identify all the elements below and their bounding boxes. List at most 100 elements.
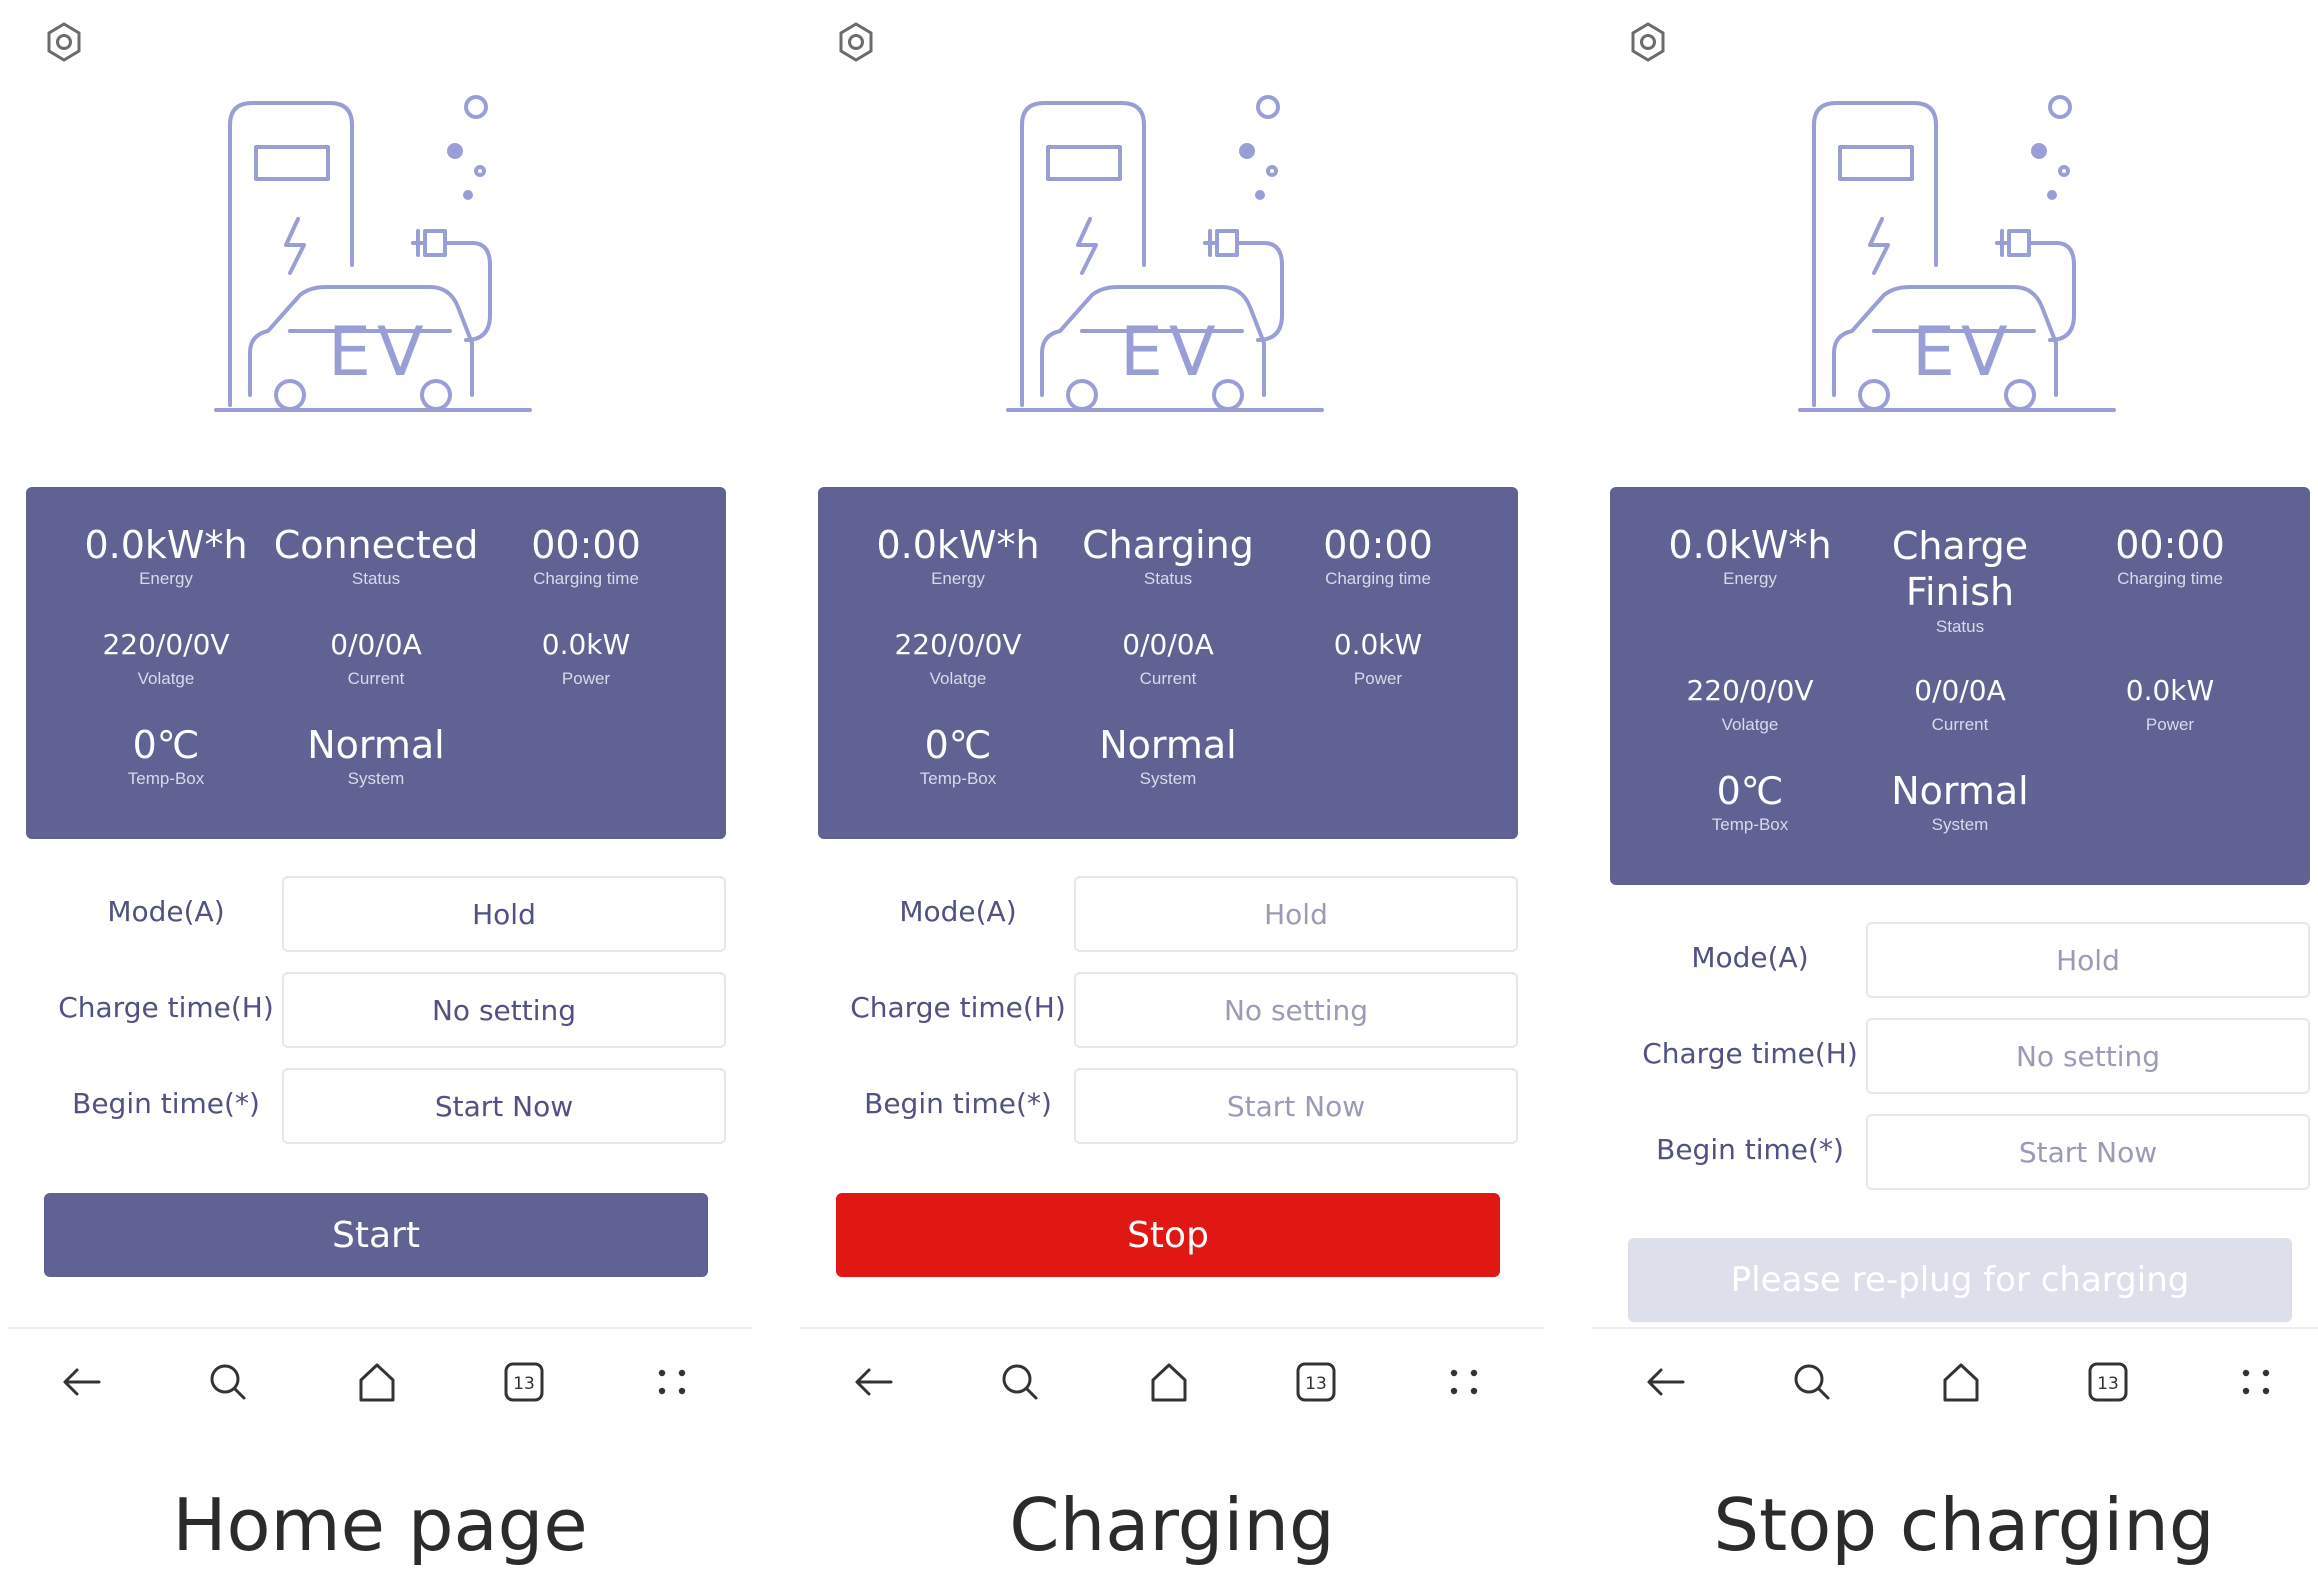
current-value: 0/0/0A <box>1122 628 1214 661</box>
charging-time-label: Charging time <box>2117 569 2223 588</box>
current-value: 0/0/0A <box>330 628 422 661</box>
begin-time-select: Start Now <box>1866 1114 2310 1190</box>
charge-time-select: No setting <box>1866 1018 2310 1094</box>
home-button[interactable] <box>1129 1342 1209 1422</box>
current-label: Current <box>1139 669 1197 688</box>
status-value-line1: Charge <box>1891 524 2029 568</box>
mode-select: Hold <box>1866 922 2310 998</box>
search-icon <box>210 1364 246 1400</box>
system-value: Normal <box>1891 769 2029 813</box>
system-label: System <box>347 769 405 788</box>
temp-value: 0℃ <box>1716 769 1784 813</box>
back-arrow-icon <box>63 1368 101 1396</box>
tabs-count: 13 <box>513 1374 535 1394</box>
tabs-icon: 13 <box>2088 1362 2128 1402</box>
settings-icon[interactable] <box>1626 20 1670 64</box>
status-value-line2: Finish <box>1905 570 2015 614</box>
nav-divider <box>1592 1327 2318 1329</box>
current-label: Current <box>347 669 405 688</box>
power-label: Power <box>1353 669 1403 688</box>
status-label: Status <box>351 569 401 588</box>
mode-label: Mode(A) <box>107 895 225 928</box>
system-label: System <box>1931 815 1989 834</box>
charging-time-label: Charging time <box>1325 569 1431 588</box>
menu-button[interactable] <box>1424 1342 1504 1422</box>
home-icon <box>1943 1363 1979 1402</box>
ev-charging-station-icon: EV <box>1006 95 1324 412</box>
energy-value: 0.0kW*h <box>876 523 1040 567</box>
voltage-label: Volatge <box>1721 715 1779 734</box>
back-button[interactable] <box>41 1342 121 1422</box>
back-arrow-icon <box>855 1368 893 1396</box>
energy-label: Energy <box>1723 569 1777 588</box>
mode-label: Mode(A) <box>1691 941 1809 974</box>
begin-time-select: Start Now <box>1074 1068 1518 1144</box>
menu-button[interactable] <box>632 1342 712 1422</box>
settings-icon[interactable] <box>42 20 86 64</box>
charging-time-value: 00:00 <box>2115 523 2225 567</box>
power-label: Power <box>561 669 611 688</box>
mode-select: Hold <box>1074 876 1518 952</box>
charge-time-label: Charge time(H) <box>850 991 1066 1024</box>
charging-time-value: 00:00 <box>531 523 641 567</box>
svg-text:EV: EV <box>1912 313 2013 392</box>
voltage-label: Volatge <box>929 669 987 688</box>
begin-time-label: Begin time(*) <box>864 1087 1052 1120</box>
back-button[interactable] <box>1625 1342 1705 1422</box>
svg-text:EV: EV <box>1120 313 1221 392</box>
tabs-button[interactable]: 13 <box>484 1342 564 1422</box>
nav-divider <box>8 1327 752 1329</box>
charge-time-label: Charge time(H) <box>58 991 274 1024</box>
replug-button: Please re-plug for charging <box>1628 1238 2292 1322</box>
settings-icon[interactable] <box>834 20 878 64</box>
energy-value: 0.0kW*h <box>1668 523 1832 567</box>
status-label: Status <box>1935 617 1985 636</box>
search-button[interactable] <box>980 1342 1060 1422</box>
search-button[interactable] <box>188 1342 268 1422</box>
temp-value: 0℃ <box>132 723 200 767</box>
status-label: Status <box>1143 569 1193 588</box>
tabs-count: 13 <box>2097 1374 2119 1394</box>
tabs-button[interactable]: 13 <box>2068 1342 2148 1422</box>
menu-dots-icon <box>1450 1369 1478 1395</box>
home-button[interactable] <box>1921 1342 2001 1422</box>
status-card: 0.0kW*h Energy Charging Status 00:00 Chargi… <box>818 487 1518 839</box>
voltage-value: 220/0/0V <box>1686 674 1814 707</box>
search-button[interactable] <box>1772 1342 1852 1422</box>
voltage-value: 220/0/0V <box>894 628 1022 661</box>
home-button[interactable] <box>337 1342 417 1422</box>
home-icon <box>1151 1363 1187 1402</box>
temp-label: Temp-Box <box>1711 815 1789 834</box>
mode-select[interactable]: Hold <box>282 876 726 952</box>
begin-time-label: Begin time(*) <box>1656 1133 1844 1166</box>
menu-dots-icon <box>2242 1369 2270 1395</box>
temp-label: Temp-Box <box>919 769 997 788</box>
begin-time-label: Begin time(*) <box>72 1087 260 1120</box>
power-value: 0.0kW <box>541 628 631 661</box>
menu-button[interactable] <box>2216 1342 2296 1422</box>
start-button[interactable]: Start <box>44 1193 708 1277</box>
tabs-count: 13 <box>1305 1374 1327 1394</box>
charge-time-label: Charge time(H) <box>1642 1037 1858 1070</box>
charge-time-select[interactable]: No setting <box>282 972 726 1048</box>
charging-time-label: Charging time <box>533 569 639 588</box>
bottom-navigation: 13 <box>1584 1342 2318 1422</box>
stop-button[interactable]: Stop <box>836 1193 1500 1277</box>
power-label: Power <box>2145 715 2195 734</box>
back-button[interactable] <box>833 1342 913 1422</box>
panel-caption: Stop charging <box>1713 1483 2215 1567</box>
status-card: 0.0kW*h Energy Connected Status 00:00 Charg… <box>26 487 726 839</box>
status-value: Charging <box>1082 523 1254 567</box>
temp-value: 0℃ <box>924 723 992 767</box>
search-icon <box>1794 1364 1830 1400</box>
tabs-icon: 13 <box>1296 1362 1336 1402</box>
ev-charging-station-icon: EV <box>214 95 532 412</box>
bottom-navigation: 13 <box>792 1342 1552 1422</box>
charge-time-select: No setting <box>1074 972 1518 1048</box>
begin-time-select[interactable]: Start Now <box>282 1068 726 1144</box>
home-page-panel: EV 0.0kW*h Energy Connected Status 00:00 Ch… <box>0 0 760 1579</box>
back-arrow-icon <box>1647 1368 1685 1396</box>
tabs-button[interactable]: 13 <box>1276 1342 1356 1422</box>
menu-dots-icon <box>658 1369 686 1395</box>
status-value: Connected <box>273 523 479 567</box>
